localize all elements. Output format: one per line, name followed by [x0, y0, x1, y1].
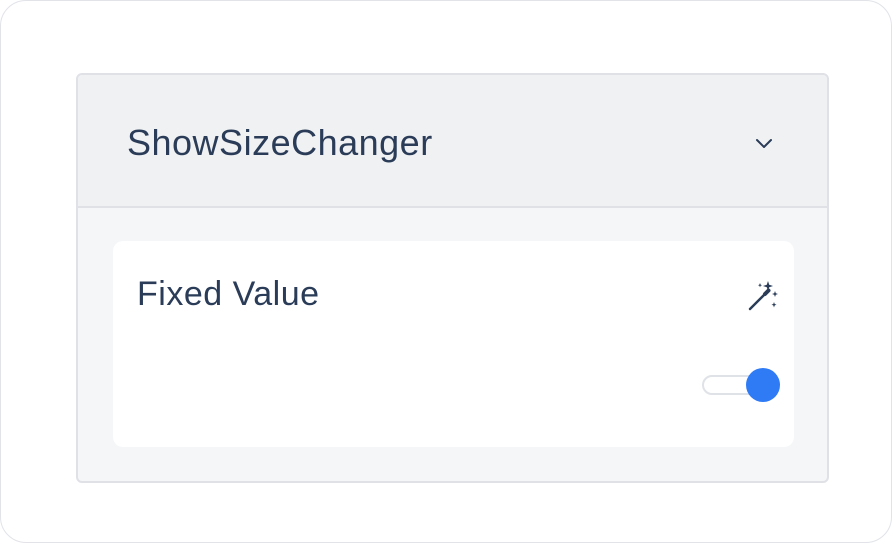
- panel-header[interactable]: ShowSizeChanger: [78, 75, 827, 208]
- fixed-value-label: Fixed Value: [137, 275, 320, 313]
- fixed-value-toggle[interactable]: [700, 367, 782, 403]
- magic-wand-icon[interactable]: [746, 279, 780, 313]
- panel-body: Fixed Value: [78, 208, 827, 481]
- property-panel: ShowSizeChanger Fixed Value: [76, 73, 829, 483]
- toggle-knob: [746, 368, 780, 402]
- chevron-down-icon[interactable]: [752, 131, 776, 155]
- panel-title: ShowSizeChanger: [127, 122, 433, 163]
- fixed-value-card: Fixed Value: [113, 241, 794, 447]
- widget-canvas: ShowSizeChanger Fixed Value: [0, 0, 892, 543]
